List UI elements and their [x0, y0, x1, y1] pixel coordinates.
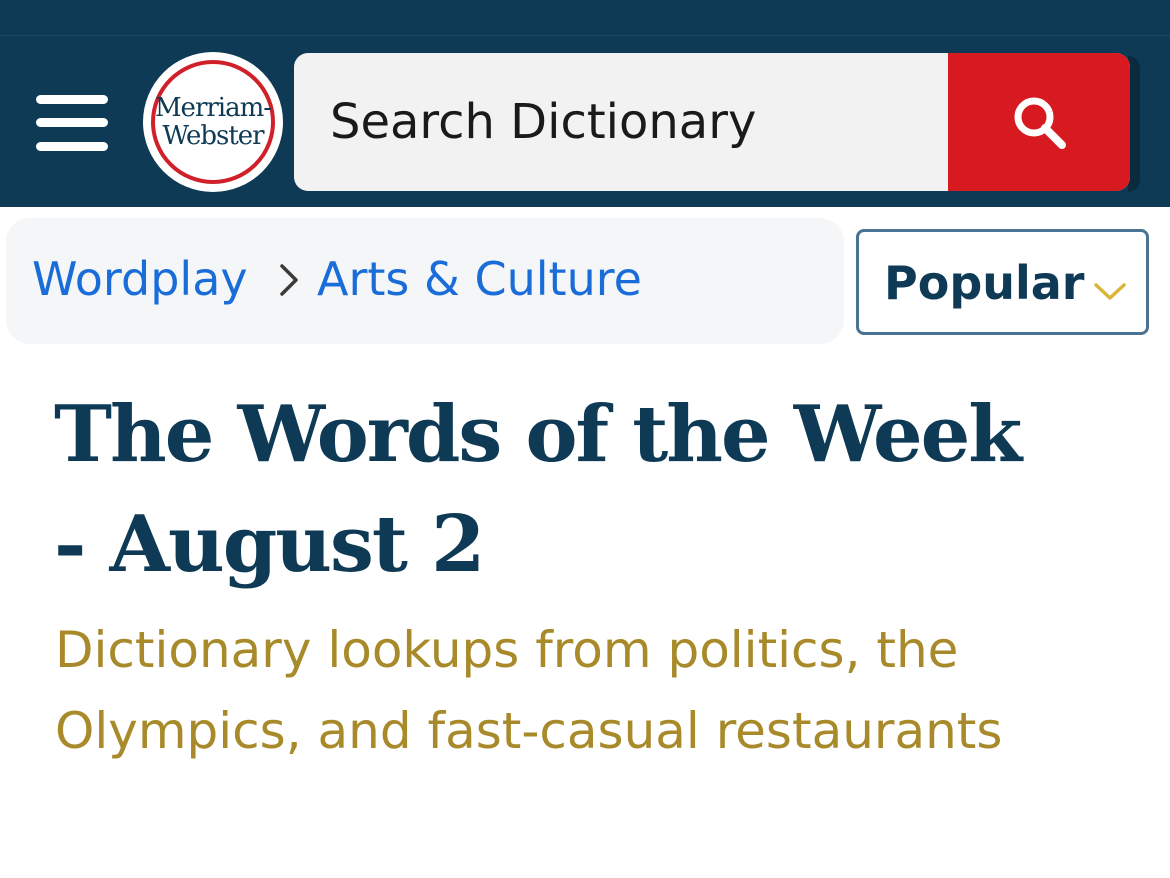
article-subtitle: Dictionary lookups from politics, the Ol…	[55, 621, 1003, 760]
breadcrumb-link-wordplay[interactable]: Wordplay	[32, 248, 248, 310]
search-icon	[1014, 97, 1066, 149]
sort-dropdown-label: Popular	[884, 256, 1085, 310]
chevron-down-icon	[1094, 283, 1126, 300]
menu-bar	[36, 142, 108, 151]
article-title: The Words of the Week - August 2	[54, 389, 1022, 590]
chevron-right-icon	[280, 264, 298, 296]
search-bar	[294, 53, 1130, 191]
search-button[interactable]	[948, 53, 1130, 191]
sort-dropdown[interactable]: Popular	[856, 229, 1149, 335]
menu-bar	[36, 95, 108, 104]
breadcrumb: Wordplay Arts & Culture	[6, 218, 844, 344]
page: Merriam- Webster Wordplay Arts & Culture…	[0, 0, 1170, 878]
menu-bar	[36, 118, 108, 127]
site-header: Merriam- Webster	[0, 0, 1170, 207]
logo-text-line1: Merriam-	[154, 93, 272, 123]
merriam-webster-logo[interactable]: Merriam- Webster	[143, 52, 283, 192]
breadcrumb-link-arts-culture[interactable]: Arts & Culture	[317, 248, 642, 310]
header-divider	[0, 35, 1170, 36]
logo-text-line2: Webster	[162, 121, 264, 151]
search-input[interactable]	[294, 53, 948, 191]
hamburger-menu-icon[interactable]	[34, 95, 110, 155]
